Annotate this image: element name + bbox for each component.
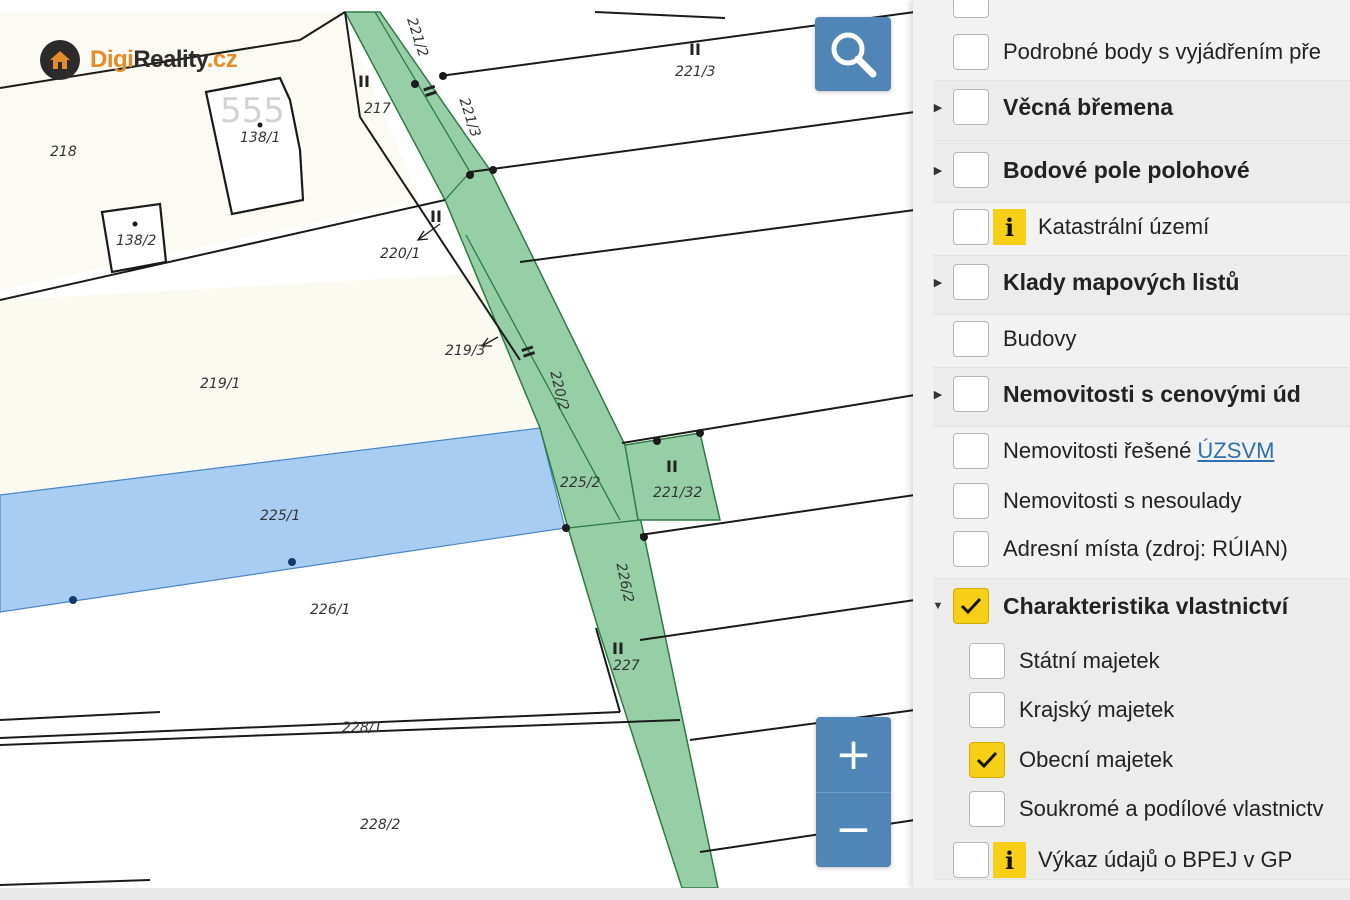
layer-row-uzsvm[interactable]: Nemovitosti řešené ÚZSVM [931,433,1350,469]
brand-logo[interactable]: DigiReality.cz [40,40,238,80]
layer-row-adresni-mista[interactable]: Adresní místa (zdroj: RÚIAN) [931,531,1350,567]
house-icon [40,40,80,80]
layer-label: Budovy [1003,326,1077,351]
layer-row-podrobne-body[interactable]: Podrobné body s vyjádřením pře [931,34,1350,70]
zoom-control: + − [816,717,891,867]
check-icon [960,597,982,615]
layer-label: Nemovitosti řešené ÚZSVM [1003,438,1274,464]
layer-label: Nemovitosti s cenovými úd [1003,380,1301,407]
layer-checkbox-vecna-bremena[interactable] [953,89,989,125]
map-text-221-3: 221/3 [675,64,715,80]
layer-label: Soukromé a podílové vlastnictv [1019,796,1324,821]
layer-label: Výkaz údajů o BPEJ v GP [1038,847,1293,872]
layer-checkbox-nesoulady[interactable] [953,483,989,519]
zoom-out-button[interactable]: − [816,792,891,867]
layer-label: Státní majetek [1019,648,1160,673]
zoom-in-button[interactable]: + [816,717,891,792]
layer-row-bpej[interactable]: i Výkaz údajů o BPEJ v GP [931,842,1350,878]
layer-row-budovy[interactable]: Budovy [931,321,1350,357]
layer-label: Adresní místa (zdroj: RÚIAN) [1003,536,1288,561]
road-mark: II [358,72,370,91]
caret-right-icon[interactable]: ▶ [931,276,945,289]
uzsvm-link[interactable]: ÚZSVM [1197,438,1274,463]
layer-checkbox-statni[interactable] [969,643,1005,679]
caret-right-icon[interactable]: ▶ [931,164,945,177]
map-canvas[interactable]: 555 221/2 221/3 221/3 217 138/1 218 138/… [0,0,915,888]
map-text-219-1: 219/1 [200,376,240,392]
brand-part-3: .cz [206,46,238,73]
map-text-219-3: 219/3 [445,343,485,359]
layer-checkbox-adresni-mista[interactable] [953,531,989,567]
layer-row-statni[interactable]: Státní majetek [947,643,1350,679]
road-mark: II [689,40,701,59]
brand-wordmark: DigiReality.cz [90,46,238,74]
layer-row-krajsky[interactable]: Krajský majetek [947,692,1350,728]
road-mark: II [612,639,624,658]
layer-checkbox-obecni[interactable] [969,742,1005,778]
layer-row-klady-listu[interactable]: ▶ Klady mapových listů [931,264,1350,300]
layer-label-text: Nemovitosti řešené [1003,438,1198,463]
layer-label: Klady mapových listů [1003,268,1240,295]
layer-row-bodove-pole[interactable]: ▶ Bodové pole polohové [931,152,1350,188]
layer-row-cenove-udaje[interactable]: ▶ Nemovitosti s cenovými úd [931,376,1350,412]
caret-right-icon[interactable]: ▶ [931,101,945,114]
map-text-220-1: 220/1 [380,246,420,262]
caret-down-icon[interactable]: ▼ [931,600,945,612]
layer-row-charakteristika[interactable]: ▼ Charakteristika vlastnictví [931,588,1350,624]
layer-label: Věcná břemena [1003,93,1174,120]
map-text-221-32: 221/32 [653,485,702,501]
layer-row-katastralni-uzemi[interactable]: i Katastrální území [931,209,1350,245]
info-icon[interactable]: i [993,209,1026,245]
map-text-228-2: 228/2 [360,817,400,833]
layer-label: Charakteristika vlastnictví [1003,592,1289,619]
layer-label: Krajský majetek [1019,697,1175,722]
layer-label: Katastrální území [1038,214,1210,239]
map-text-228-1: 228/1 [342,720,382,736]
info-icon[interactable]: i [993,842,1026,878]
map-text-227: 227 [613,658,640,674]
layer-panel[interactable]: Podrobné body s vyjádřením pře ▶ Věcná b… [913,0,1350,888]
map-text-138-1: 138/1 [240,130,280,146]
layer-checkbox-bodove-pole[interactable] [953,152,989,188]
map-text-555: 555 [220,91,285,131]
layer-row-nesoulady[interactable]: Nemovitosti s nesoulady [931,483,1350,519]
map-text-138-2: 138/2 [116,233,156,249]
brand-part-2: Reality [133,46,207,73]
map-text-217: 217 [364,101,391,117]
map-search-button[interactable] [815,17,891,91]
layer-checkbox-krajsky[interactable] [969,692,1005,728]
brand-part-1: Digi [90,46,134,73]
layer-checkbox-charakteristika[interactable] [953,588,989,624]
layer-row-soukrome[interactable]: Soukromé a podílové vlastnictv [947,791,1350,827]
layer-row-partial [931,0,1350,18]
search-icon [831,32,877,78]
layer-label: Nemovitosti s nesoulady [1003,488,1242,513]
layer-checkbox-katastralni-uzemi[interactable] [953,209,989,245]
bottom-scroll-strip [0,888,1350,900]
road-mark: II [666,457,678,476]
layer-checkbox-klady-listu[interactable] [953,264,989,300]
layer-checkbox-budovy[interactable] [953,321,989,357]
road-mark: II [430,207,442,226]
layer-checkbox-uzsvm[interactable] [953,433,989,469]
layer-row-vecna-bremena[interactable]: ▶ Věcná břemena [931,89,1350,125]
map-text-218: 218 [50,144,77,160]
check-icon [976,751,998,769]
layer-checkbox-podrobne-body[interactable] [953,34,989,70]
layer-label: Podrobné body s vyjádřením pře [1003,39,1321,64]
map-text-225-1: 225/1 [260,508,300,524]
layer-checkbox-cenove-udaje[interactable] [953,376,989,412]
layer-checkbox-soukrome[interactable] [969,791,1005,827]
map-text-225-2: 225/2 [560,475,600,491]
layer-label: Obecní majetek [1019,747,1174,772]
map-text-226-1: 226/1 [310,602,350,618]
caret-right-icon[interactable]: ▶ [931,388,945,401]
layer-checkbox-bpej[interactable] [953,842,989,878]
layer-row-obecni[interactable]: Obecní majetek [947,742,1350,778]
layer-checkbox[interactable] [953,0,989,18]
layer-label: Bodové pole polohové [1003,156,1250,183]
